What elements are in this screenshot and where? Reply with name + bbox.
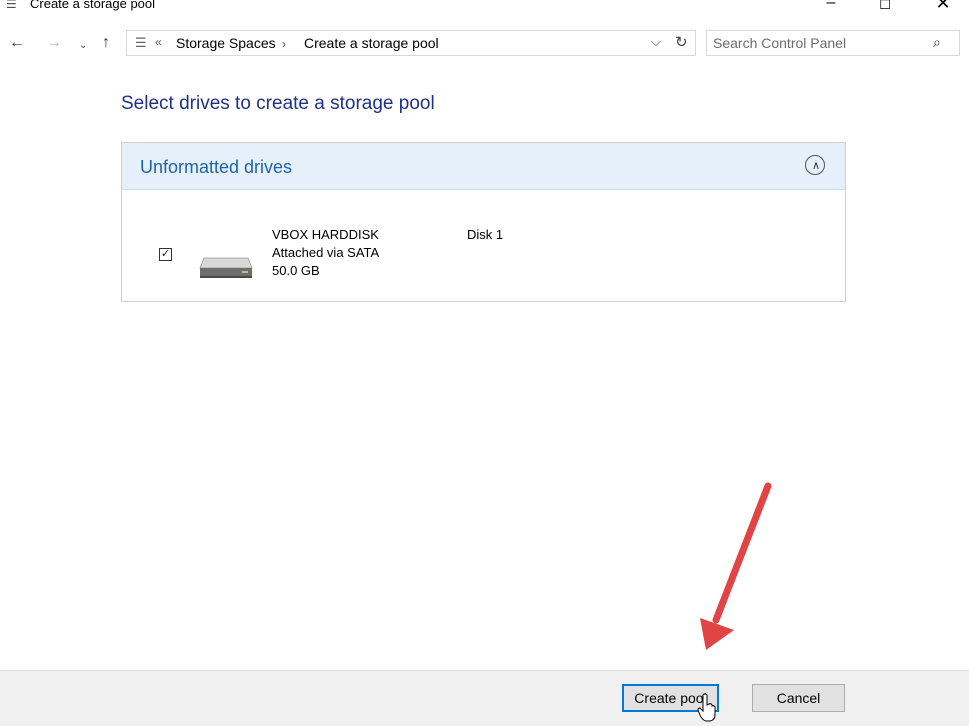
drive-checkbox[interactable]: ✓ [159, 248, 172, 261]
section-heading: Unformatted drives [140, 157, 293, 177]
search-input[interactable] [713, 34, 913, 52]
drives-panel: Unformatted drives ∧ ✓ VBOX HARDDISK Att… [121, 142, 846, 302]
chevron-down-icon[interactable]: ⌵ [651, 34, 661, 50]
collapse-button[interactable]: ∧ [805, 155, 825, 175]
arrow-up-icon[interactable]: ↑ [102, 34, 110, 52]
section-header[interactable]: Unformatted drives ∧ [122, 143, 845, 190]
drive-disk-number: Disk 1 [467, 227, 504, 242]
minimize-button[interactable]: – [808, 0, 854, 16]
storage-spaces-icon: ☰ [6, 0, 17, 11]
window-title: Create a storage pool [30, 0, 156, 11]
address-bar[interactable]: ☰ « Storage Spaces › Create a storage po… [126, 30, 696, 56]
recent-locations-chevron-icon[interactable]: ⌄ [79, 37, 87, 55]
breadcrumb-separator-icon[interactable]: › [282, 36, 286, 52]
title-bar: ☰ Create a storage pool – ☐ ✕ [0, 0, 969, 22]
search-box[interactable]: ⌕ [706, 30, 960, 56]
cancel-button[interactable]: Cancel [752, 684, 845, 712]
hand-cursor-icon [697, 693, 716, 722]
close-button[interactable]: ✕ [920, 0, 966, 16]
footer-bar: Create pool Cancel [0, 670, 969, 726]
page-title: Select drives to create a storage pool [121, 93, 435, 114]
list-item: ✓ VBOX HARDDISK Attached via SATA 50.0 G… [122, 190, 845, 300]
drive-connection: Attached via SATA [272, 245, 380, 260]
breadcrumb-create-storage-pool[interactable]: Create a storage pool [304, 35, 439, 51]
arrow-left-icon[interactable]: ← [9, 34, 25, 52]
refresh-icon[interactable]: ↻ [675, 33, 688, 51]
arrow-right-icon[interactable]: → [46, 34, 62, 52]
overflow-chevron-icon[interactable]: « [155, 35, 162, 49]
hard-drive-icon [199, 257, 253, 278]
storage-spaces-icon: ☰ [135, 35, 147, 50]
search-icon[interactable]: ⌕ [933, 34, 941, 51]
drive-size: 50.0 GB [272, 263, 320, 278]
drive-name: VBOX HARDDISK [272, 227, 379, 242]
breadcrumb-storage-spaces[interactable]: Storage Spaces [176, 35, 276, 51]
chevron-up-icon: ∧ [812, 160, 821, 172]
red-arrow-annotation [700, 482, 772, 650]
maximize-button[interactable]: ☐ [862, 0, 908, 18]
